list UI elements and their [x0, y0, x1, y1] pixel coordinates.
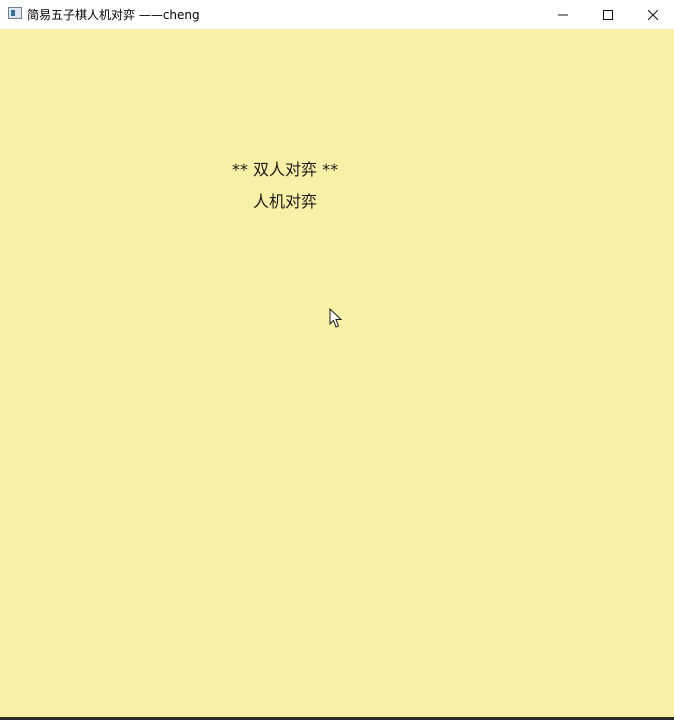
close-icon [648, 9, 658, 20]
menu-item-two-player[interactable]: ** 双人对弈 ** [0, 156, 570, 180]
maximize-icon [603, 9, 613, 20]
maximize-button[interactable] [585, 0, 631, 29]
minimize-button[interactable] [540, 0, 586, 29]
title-bar: 简易五子棋人机对弈 ——cheng [0, 0, 674, 29]
app-icon [8, 7, 22, 19]
close-button[interactable] [630, 0, 674, 29]
minimize-icon [558, 14, 568, 15]
mouse-cursor-icon [329, 308, 343, 328]
menu-item-human-vs-ai[interactable]: 人机对弈 [0, 188, 570, 212]
game-mode-menu: ** 双人对弈 ** 人机对弈 [0, 29, 674, 720]
window-title: 简易五子棋人机对弈 ——cheng [27, 8, 200, 22]
